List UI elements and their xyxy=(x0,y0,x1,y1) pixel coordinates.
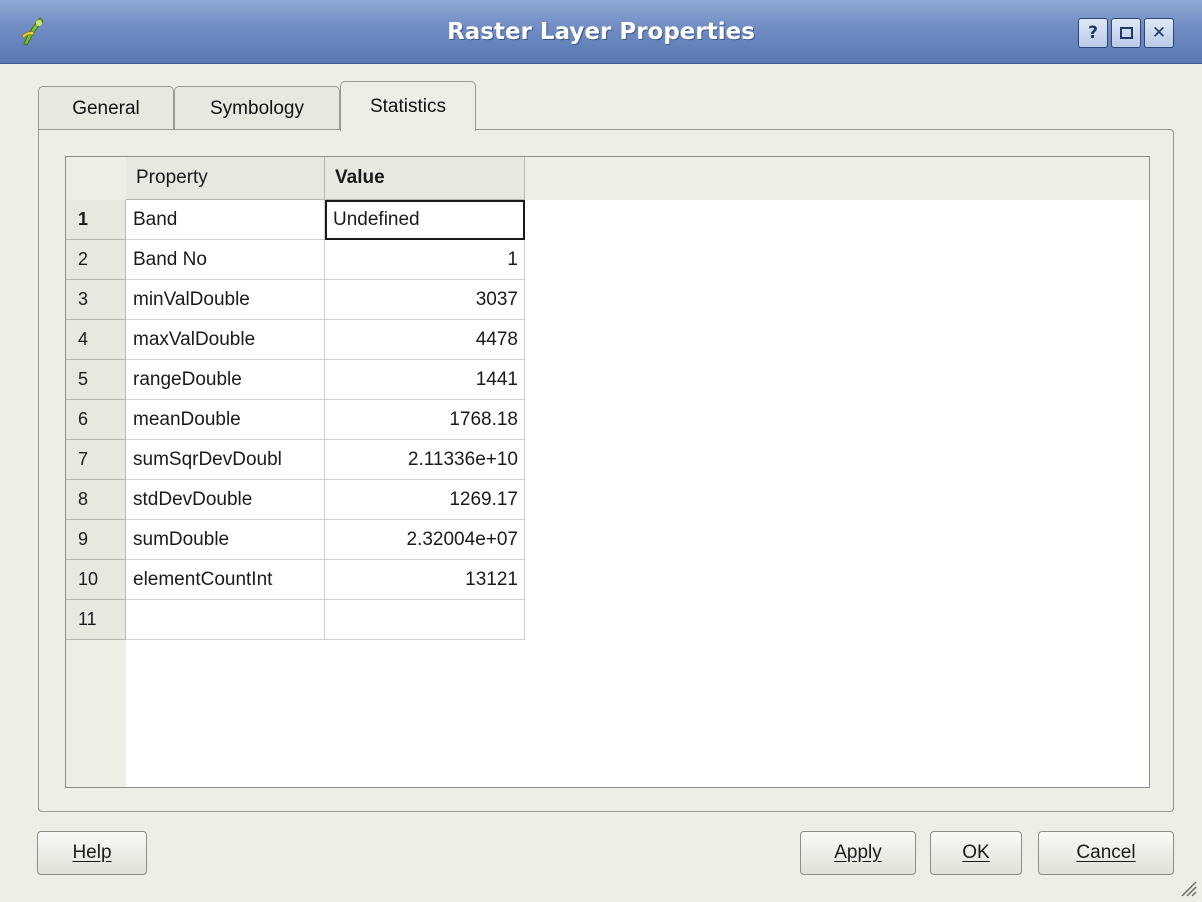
table-row: 10 elementCountInt 13121 xyxy=(66,560,525,600)
table-row: 11 xyxy=(66,600,525,640)
table-row: 2 Band No 1 xyxy=(66,240,525,280)
table-row: 6 meanDouble 1768.18 xyxy=(66,400,525,440)
property-cell[interactable] xyxy=(126,600,325,640)
value-cell[interactable]: 3037 xyxy=(325,280,525,320)
column-header-label: Property xyxy=(136,167,208,188)
help-button[interactable]: Help xyxy=(37,831,147,875)
property-cell[interactable]: minValDouble xyxy=(126,280,325,320)
title-bar[interactable]: Raster Layer Properties ? ✕ xyxy=(0,0,1202,64)
tab-general[interactable]: General xyxy=(38,86,174,130)
value-cell[interactable]: 1 xyxy=(325,240,525,280)
cancel-button[interactable]: Cancel xyxy=(1038,831,1174,875)
property-cell[interactable]: rangeDouble xyxy=(126,360,325,400)
context-help-button[interactable]: ? xyxy=(1078,18,1108,48)
tab-label: Statistics xyxy=(369,95,447,117)
maximize-button[interactable] xyxy=(1111,18,1141,48)
row-header[interactable]: 2 xyxy=(66,240,126,280)
property-cell[interactable]: maxValDouble xyxy=(126,320,325,360)
value-cell[interactable]: 2.32004e+07 xyxy=(325,520,525,560)
row-header[interactable]: 10 xyxy=(66,560,126,600)
property-cell[interactable]: Band xyxy=(126,200,325,240)
column-header-label: Value xyxy=(335,167,385,188)
property-cell[interactable]: sumDouble xyxy=(126,520,325,560)
close-button[interactable]: ✕ xyxy=(1144,18,1174,48)
help-glyph-icon: ? xyxy=(1088,23,1098,43)
row-header[interactable]: 5 xyxy=(66,360,126,400)
ok-button[interactable]: OK xyxy=(930,831,1022,875)
window-title: Raster Layer Properties xyxy=(447,19,755,45)
table-row: 4 maxValDouble 4478 xyxy=(66,320,525,360)
value-cell[interactable]: 1269.17 xyxy=(325,480,525,520)
value-cell[interactable]: 1441 xyxy=(325,360,525,400)
row-header[interactable]: 9 xyxy=(66,520,126,560)
tab-statistics[interactable]: Statistics xyxy=(340,81,476,131)
value-cell[interactable]: 1768.18 xyxy=(325,400,525,440)
table-row: 1 Band Undefined xyxy=(66,200,525,240)
value-cell[interactable]: 4478 xyxy=(325,320,525,360)
maximize-icon xyxy=(1119,27,1133,39)
close-icon: ✕ xyxy=(1151,23,1167,43)
statistics-table[interactable]: Property Value 1 Band Undefined 2 Band N… xyxy=(65,156,1150,788)
value-cell[interactable]: 2.11336e+10 xyxy=(325,440,525,480)
row-header[interactable]: 6 xyxy=(66,400,126,440)
value-cell[interactable]: Undefined xyxy=(325,200,525,240)
row-header[interactable]: 8 xyxy=(66,480,126,520)
table-row: 7 sumSqrDevDoubl 2.11336e+10 xyxy=(66,440,525,480)
value-cell[interactable]: 13121 xyxy=(325,560,525,600)
row-header[interactable]: 7 xyxy=(66,440,126,480)
row-header[interactable]: 4 xyxy=(66,320,126,360)
row-header[interactable]: 3 xyxy=(66,280,126,320)
table-row: 9 sumDouble 2.32004e+07 xyxy=(66,520,525,560)
row-header[interactable]: 11 xyxy=(66,600,126,640)
column-header-value[interactable]: Value xyxy=(325,157,525,200)
value-cell[interactable] xyxy=(325,600,525,640)
property-cell[interactable]: stdDevDouble xyxy=(126,480,325,520)
property-cell[interactable]: meanDouble xyxy=(126,400,325,440)
apply-button[interactable]: Apply xyxy=(800,831,916,875)
row-header[interactable]: 1 xyxy=(66,200,126,240)
table-row: 5 rangeDouble 1441 xyxy=(66,360,525,400)
resize-grip-icon[interactable] xyxy=(1176,876,1198,898)
property-cell[interactable]: elementCountInt xyxy=(126,560,325,600)
property-cell[interactable]: sumSqrDevDoubl xyxy=(126,440,325,480)
tab-label: General xyxy=(72,97,140,119)
tab-symbology[interactable]: Symbology xyxy=(174,86,340,130)
column-header-property[interactable]: Property xyxy=(126,157,325,200)
table-row: 8 stdDevDouble 1269.17 xyxy=(66,480,525,520)
raster-layer-properties-dialog: Raster Layer Properties ? ✕ General Symb… xyxy=(0,0,1202,902)
table-row: 3 minValDouble 3037 xyxy=(66,280,525,320)
tab-label: Symbology xyxy=(210,97,304,119)
property-cell[interactable]: Band No xyxy=(126,240,325,280)
table-corner xyxy=(66,157,126,200)
